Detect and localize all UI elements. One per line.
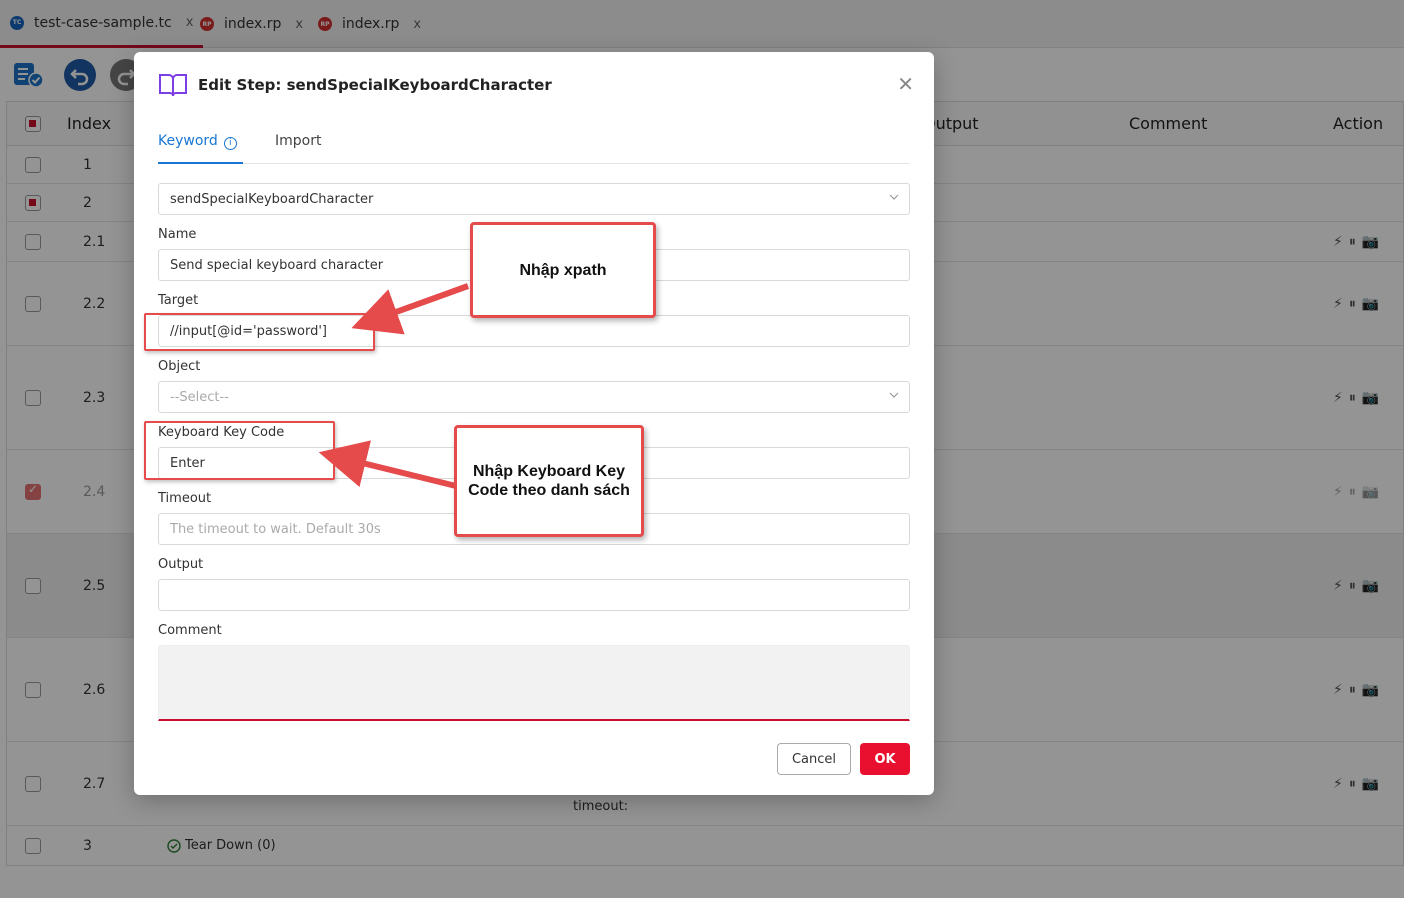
name-input-value: Send special keyboard character bbox=[170, 257, 384, 273]
comment-textarea[interactable] bbox=[158, 645, 910, 721]
close-dialog-icon[interactable]: ✕ bbox=[897, 72, 914, 96]
keyword-select-value: sendSpecialKeyboardCharacter bbox=[170, 191, 374, 207]
comment-label: Comment bbox=[158, 623, 222, 638]
info-icon[interactable]: i bbox=[223, 137, 237, 150]
object-select[interactable]: --Select-- bbox=[158, 381, 910, 413]
callout-key-code: Nhập Keyboard Key Code theo danh sách bbox=[454, 425, 644, 537]
output-label: Output bbox=[158, 557, 204, 572]
timeout-label: Timeout bbox=[158, 491, 212, 506]
tab-import[interactable]: Import bbox=[275, 132, 321, 164]
target-label: Target bbox=[158, 293, 199, 308]
name-label: Name bbox=[158, 227, 197, 242]
dialog-tabs: Keyword i Import bbox=[158, 132, 910, 164]
callout-key-code-line1: Nhập Keyboard Key bbox=[472, 463, 626, 480]
callout-xpath: Nhập xpath bbox=[470, 222, 656, 318]
key-code-field-highlight bbox=[144, 421, 335, 480]
dialog-title: Edit Step: sendSpecialKeyboardCharacter bbox=[198, 76, 552, 94]
book-icon bbox=[159, 74, 187, 97]
ok-button[interactable]: OK bbox=[860, 743, 910, 775]
timeout-input-placeholder: The timeout to wait. Default 30s bbox=[170, 521, 381, 537]
target-field-highlight bbox=[144, 313, 375, 351]
callout-xpath-text: Nhập xpath bbox=[519, 261, 607, 279]
chevron-down-icon bbox=[889, 392, 899, 398]
output-input[interactable] bbox=[158, 579, 910, 611]
callout-key-code-line2: Code theo danh sách bbox=[468, 482, 630, 499]
cancel-button[interactable]: Cancel bbox=[777, 743, 851, 775]
keyword-select[interactable]: sendSpecialKeyboardCharacter bbox=[158, 183, 910, 215]
chevron-down-icon bbox=[889, 194, 899, 200]
object-label: Object bbox=[158, 359, 201, 374]
object-select-placeholder: --Select-- bbox=[170, 389, 229, 405]
tab-keyword[interactable]: Keyword i bbox=[158, 132, 243, 164]
tab-keyword-label: Keyword bbox=[158, 133, 218, 149]
